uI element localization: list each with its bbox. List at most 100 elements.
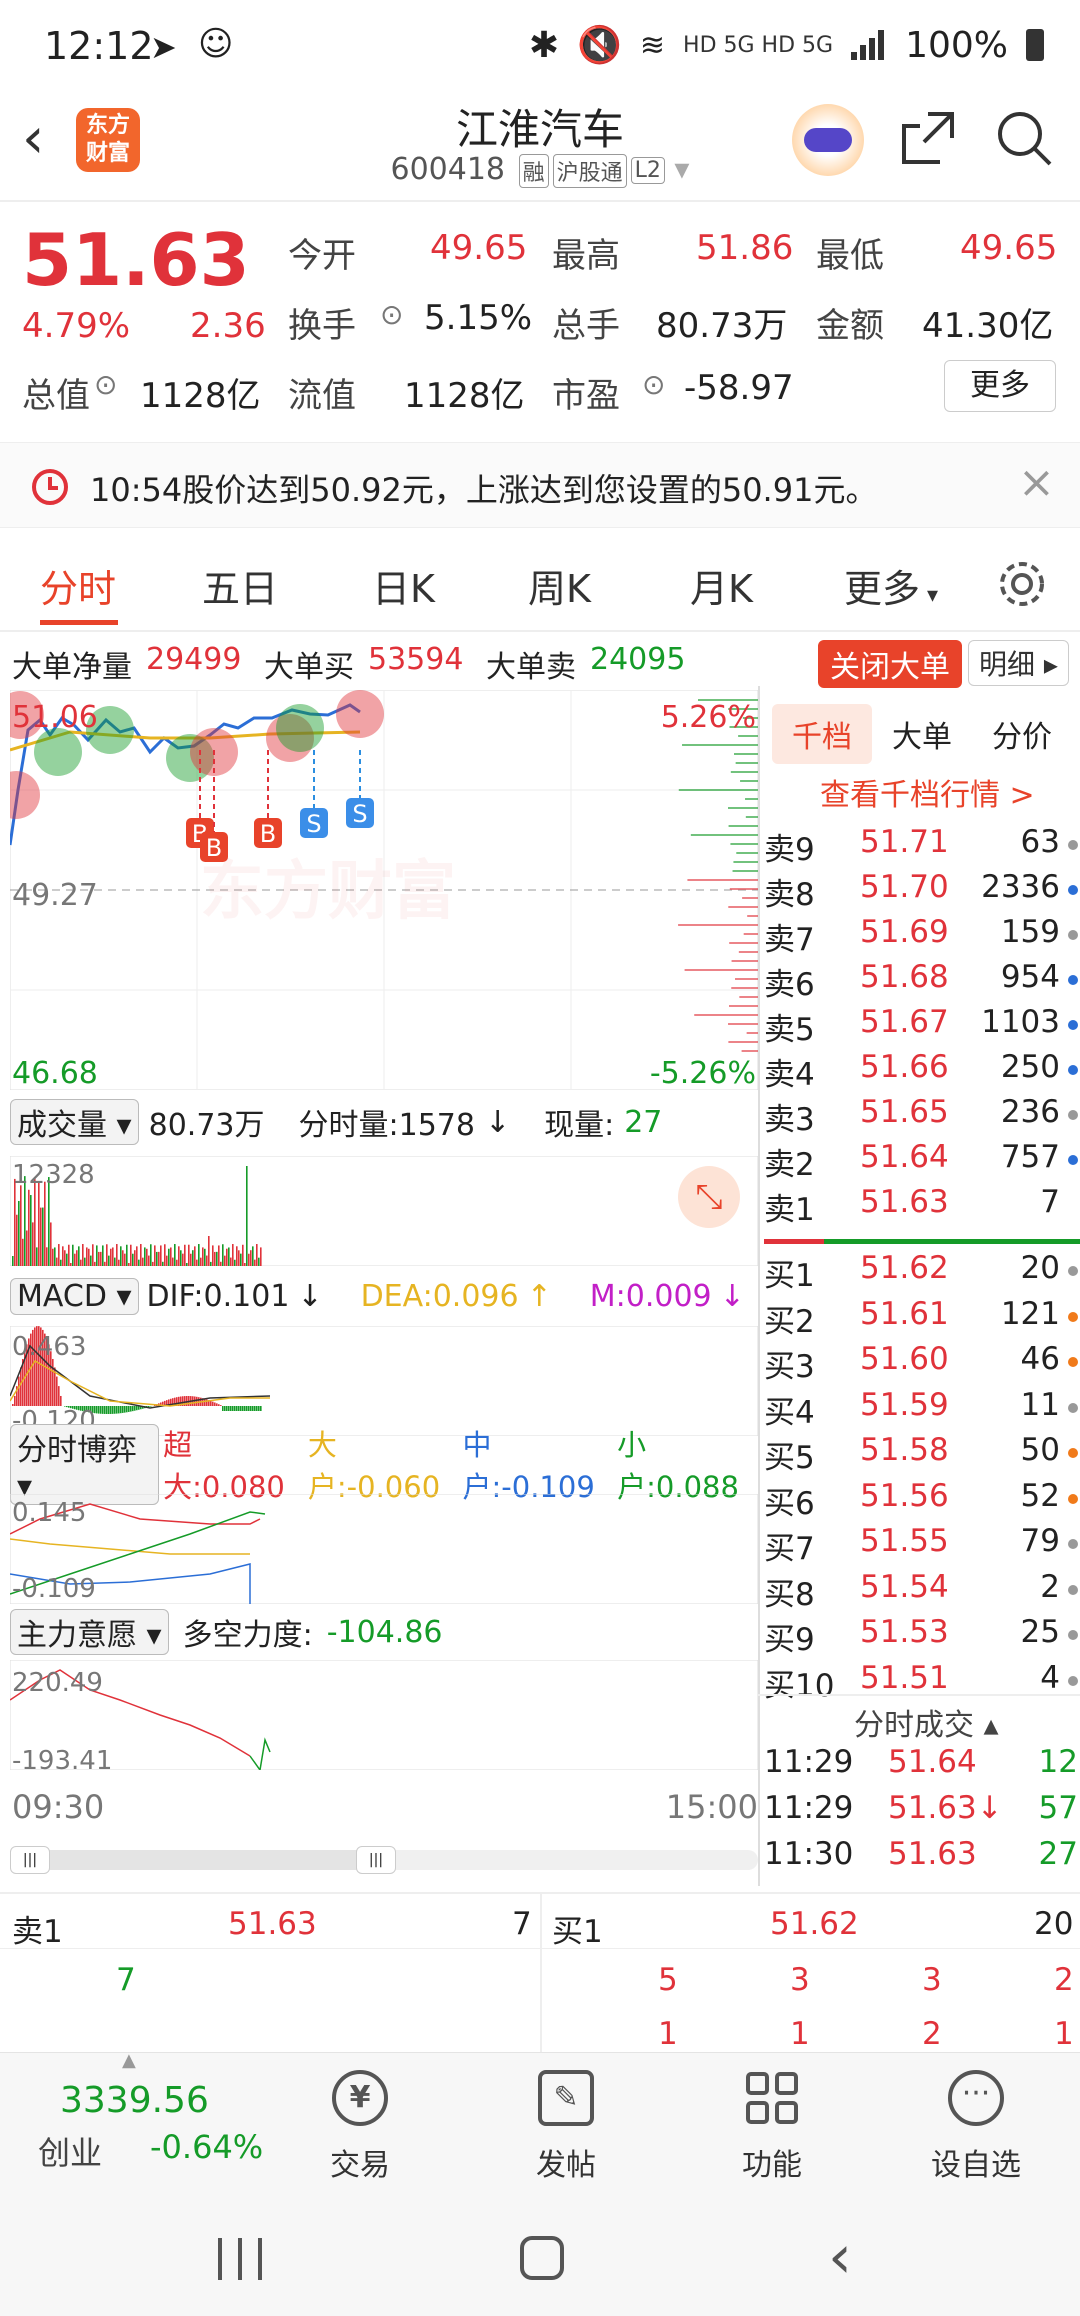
bid-row[interactable]: 买9 51.53 25 [764, 1614, 1080, 1659]
scroll-handle-right[interactable]: ||| [356, 1846, 396, 1874]
scroll-track[interactable]: ||| ||| [10, 1846, 758, 1874]
nav-post[interactable]: ✎ 发帖 [506, 2062, 626, 2184]
detail-label: 明细 [979, 648, 1036, 681]
volume-dropdown[interactable]: 成交量 ▾ [10, 1099, 139, 1145]
ask-row[interactable]: 卖8 51.70 2336 [764, 869, 1080, 914]
order-dot [1068, 1630, 1078, 1640]
volume-bar [38, 1181, 40, 1266]
tab-weekly-k[interactable]: 周K [528, 558, 591, 613]
home-icon[interactable] [520, 2236, 564, 2280]
volume-bar [60, 1259, 62, 1266]
index-widget[interactable]: ▲ 3339.56 创业 -0.64% [0, 2050, 263, 2202]
tab-monthly-k[interactable]: 月K [690, 558, 753, 613]
ask-row[interactable]: 卖4 51.66 250 [764, 1049, 1080, 1094]
bid-price: 51.56 [860, 1477, 949, 1514]
bid-row[interactable]: 买2 51.61 121 [764, 1296, 1080, 1341]
bid-row[interactable]: 买4 51.59 11 [764, 1387, 1080, 1432]
recent-apps-icon[interactable] [218, 2238, 262, 2280]
close-big-order-button[interactable]: 关闭大单 [818, 640, 962, 688]
ask-level: 卖8 [764, 877, 815, 913]
scroll-handle-left[interactable]: ||| [10, 1846, 50, 1874]
flow-chart[interactable] [10, 1494, 758, 1604]
bid-row[interactable]: 买8 51.54 2 [764, 1569, 1080, 1614]
tab-level-book[interactable]: 千档 [772, 704, 872, 764]
tab-daily-k[interactable]: 日K [372, 558, 435, 613]
tick-title[interactable]: 分时成交 ▴ [854, 1700, 999, 1744]
index-expand-icon[interactable]: ▲ [122, 2050, 136, 2071]
bid-level: 买2 [764, 1303, 815, 1340]
volume-bar [68, 1244, 70, 1266]
ask-row[interactable]: 卖6 51.68 954 [764, 959, 1080, 1004]
price-alert-banner[interactable]: 10:54股价达到50.92元，上涨达到您设置的50.91元。 × [0, 442, 1080, 528]
queue-bid-order: 1 [1054, 2016, 1074, 2052]
volume-bar [238, 1250, 240, 1266]
tab-price-dist[interactable]: 分价 [972, 704, 1072, 764]
nav-function[interactable]: 功能 [712, 2062, 832, 2184]
volume-bar [236, 1246, 238, 1266]
gear-icon[interactable] [996, 558, 1048, 610]
volume-bar [118, 1259, 120, 1266]
macd-bar [102, 1406, 104, 1414]
volume-bar [162, 1261, 164, 1266]
pe-label: 市盈 [552, 376, 620, 416]
volume-bar [184, 1244, 186, 1266]
nav-trade[interactable]: ¥ 交易 [300, 2062, 420, 2184]
ask-row[interactable]: 卖7 51.69 159 [764, 914, 1080, 959]
code-dropdown-icon[interactable]: ▾ [674, 152, 689, 187]
volume-bar [258, 1257, 260, 1266]
detail-button[interactable]: 明细 ▸ [968, 640, 1069, 686]
close-icon[interactable]: × [1018, 457, 1055, 508]
mcap-value: 1128亿 [140, 376, 261, 416]
order-dot [1068, 1311, 1078, 1322]
tick-time: 11:29 [764, 1744, 854, 1780]
bid-level: 买8 [764, 1576, 815, 1613]
pe-info-icon[interactable]: ⊙ [642, 368, 665, 401]
ask-row[interactable]: 卖2 51.64 757 [764, 1139, 1080, 1184]
main-force-chart[interactable] [10, 1660, 758, 1770]
macd-dropdown[interactable]: MACD ▾ [10, 1277, 139, 1315]
tick-volume: 27 [1038, 1836, 1078, 1872]
bid-row[interactable]: 买3 51.60 46 [764, 1341, 1080, 1386]
volume-bar [70, 1263, 72, 1266]
bid-row[interactable]: 买10 51.51 4 [764, 1660, 1080, 1705]
nav-post-label: 发帖 [536, 2148, 596, 2183]
ask-row[interactable]: 卖9 51.71 63 [764, 824, 1080, 869]
flow-dropdown[interactable]: 分时博弈 ▾ [10, 1423, 160, 1505]
robot-avatar[interactable] [792, 104, 864, 176]
tab-more[interactable]: 更多 ▾ [844, 558, 938, 613]
ask-row[interactable]: 卖1 51.63 7 [764, 1184, 1080, 1229]
intraday-chart[interactable]: BBBSS 51.06 5.26% 49.27 46.68 -5.26% 东方财… [10, 690, 758, 1890]
expand-icon[interactable]: ⤡ [678, 1166, 740, 1228]
ask-price: 51.67 [860, 1004, 949, 1040]
mcap-info-icon[interactable]: ⊙ [94, 368, 117, 401]
more-button[interactable]: 更多 [944, 360, 1056, 412]
volume-chart[interactable] [10, 1156, 758, 1266]
bid-row[interactable]: 买7 51.55 79 [764, 1523, 1080, 1568]
order-dot [1068, 1584, 1078, 1595]
nav-add-watchlist[interactable]: ··· 设自选 [916, 2062, 1036, 2184]
ask-row[interactable]: 卖3 51.65 236 [764, 1094, 1080, 1139]
ask-row[interactable]: 卖5 51.67 1103 [764, 1004, 1080, 1049]
volume-bar [78, 1246, 80, 1266]
tab-5day[interactable]: 五日 [202, 558, 278, 613]
bid-row[interactable]: 买6 51.56 52 [764, 1478, 1080, 1523]
bid-price: 51.60 [860, 1341, 949, 1377]
nav-trade-label: 交易 [330, 2148, 390, 2183]
volume-bar [66, 1253, 68, 1266]
main-force-dropdown[interactable]: 主力意愿 ▾ [10, 1609, 169, 1655]
tab-intraday[interactable]: 分时 [40, 558, 116, 613]
tick-row: 11:29 51.63↓ 57 [764, 1790, 1080, 1835]
queue-bid-order: 2 [1054, 1962, 1074, 1998]
view-full-book-link[interactable]: 查看千档行情 > [820, 770, 1035, 814]
bid-row[interactable]: 买5 51.58 50 [764, 1432, 1080, 1477]
share-icon[interactable] [900, 110, 956, 166]
tab-big-order[interactable]: 大单 [872, 704, 972, 764]
order-dot [1068, 1539, 1078, 1549]
search-icon[interactable] [994, 108, 1054, 168]
volume-bar [46, 1247, 48, 1266]
volume-bar [30, 1195, 32, 1266]
bid-row[interactable]: 买1 51.62 20 [764, 1250, 1080, 1295]
back-nav-icon[interactable]: ‹ [828, 2222, 852, 2292]
macd-chart[interactable] [10, 1326, 758, 1436]
info-icon[interactable]: ⊙ [380, 298, 403, 331]
